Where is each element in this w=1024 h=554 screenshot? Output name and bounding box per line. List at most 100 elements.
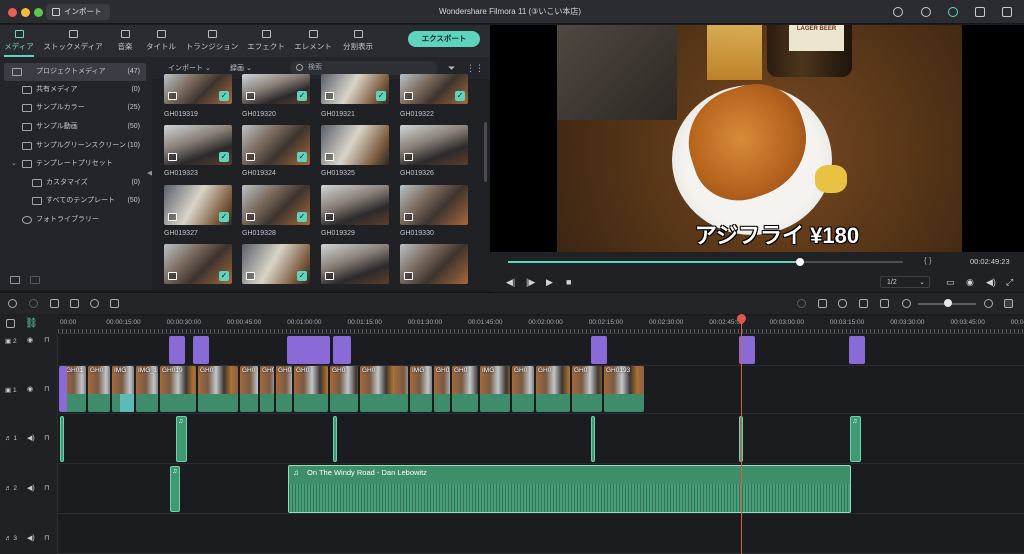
tree-item-customize[interactable]: カスタマイズ (0) [4,174,146,192]
media-thumbnail[interactable]: ✓ [164,125,232,165]
title-clip[interactable] [193,336,209,364]
media-thumbnail[interactable]: ✓ [242,185,310,225]
new-folder-icon[interactable] [10,276,20,284]
cut-icon[interactable] [70,299,79,308]
preview-video-frame[interactable]: LAGER BEER アジフライ ¥180 [557,25,962,252]
video-clip[interactable]: IMG [410,366,432,412]
filter-icon[interactable]: ⏷ [448,63,455,74]
timeline-ruler[interactable]: 00:00 00:00:15:00 00:00:30:00 00:00:45:00 00… [58,316,1024,334]
video-clip[interactable]: GH01 [64,366,86,412]
music-clip[interactable]: ♫ On The Windy Road - Dan Lebowitz [288,465,851,513]
video-clip[interactable]: GH0 [360,366,408,412]
audio-mixer-icon[interactable] [859,299,868,308]
lock-icon[interactable]: ⊓ [44,534,49,542]
video-clip[interactable]: GH0 [330,366,358,412]
step-forward-icon[interactable]: |▶ [526,277,535,288]
video-clip[interactable]: GH01 [434,366,450,412]
tree-item-sample-greenscreen[interactable]: サンプルグリーンスクリーン (10) [4,137,146,155]
stop-icon[interactable]: ■ [566,277,571,287]
fullscreen-icon[interactable]: ⤢ [1006,277,1013,288]
video-clip[interactable]: GH0 [452,366,478,412]
import-button[interactable]: インポート [46,4,110,20]
tab-split-screen[interactable]: 分割表示 [338,25,378,57]
adjust-icon[interactable] [110,299,119,308]
volume-icon[interactable]: ◀) [986,277,996,288]
add-track-icon[interactable] [6,319,15,328]
folder-icon[interactable] [30,276,40,284]
audio-clip[interactable]: ♫ [170,466,180,512]
maximize-window-button[interactable] [34,8,43,17]
support-icon[interactable] [948,7,958,17]
video-clip[interactable]: GH0 [572,366,602,412]
tab-music[interactable]: 音楽 [110,25,140,57]
media-thumbnail[interactable]: ✓ [164,244,232,284]
audio-clip[interactable] [60,416,64,462]
zoom-in-icon[interactable] [984,299,993,308]
video-clip[interactable]: GH0 [198,366,238,412]
media-thumbnail[interactable]: ✓ [242,125,310,165]
tree-item-shared-media[interactable]: 共有メディア (0) [4,81,146,99]
title-clip[interactable] [59,366,67,412]
subtitle-icon[interactable] [880,299,889,308]
tree-item-photo-library[interactable]: フォトライブラリー [4,211,146,229]
render-icon[interactable] [797,299,806,308]
tab-stock-media[interactable]: ストックメディア [40,25,106,57]
tree-item-all-templates[interactable]: すべてのテンプレート (50) [4,192,146,210]
title-clip[interactable] [591,336,607,364]
eye-icon[interactable]: ◉ [27,336,33,344]
media-scrollbar[interactable] [484,122,487,182]
link-icon[interactable]: ⛓ [25,318,38,329]
tree-item-template-presets[interactable]: ⌄ テンプレートプリセット [4,155,146,173]
video-clip[interactable]: GH0 [512,366,534,412]
grid-view-icon[interactable]: ⋮⋮ [466,63,484,74]
video-clip[interactable]: IMG_104 [136,366,158,412]
lock-icon[interactable]: ⊓ [44,385,49,393]
media-thumbnail[interactable]: ✓ [242,74,310,104]
mark-in-out[interactable]: { } [924,256,932,265]
play-icon[interactable]: ▶ [546,277,553,288]
speaker-icon[interactable]: ◀) [27,434,35,442]
export-button[interactable]: エクスポート [408,31,480,47]
video-clip[interactable]: GH019321 [276,366,292,412]
title-clip[interactable] [849,336,865,364]
monitor-icon[interactable]: ▭ [946,277,955,288]
lock-icon[interactable]: ⊓ [44,336,49,344]
speaker-icon[interactable]: ◀) [27,484,35,492]
video-clip[interactable]: GH0193 [604,366,644,412]
media-thumbnail[interactable]: ✓ [242,244,310,284]
video-clip[interactable]: GH0 [294,366,328,412]
undo-icon[interactable] [8,299,17,308]
media-thumbnail[interactable]: ✓ [164,74,232,104]
zoom-slider-handle[interactable] [944,299,952,307]
title-clip[interactable] [287,336,330,364]
media-thumbnail[interactable]: ✓ [164,185,232,225]
search-input[interactable]: 検索 [290,61,438,75]
video-clip[interactable]: GH01 [260,366,274,412]
speaker-icon[interactable]: ◀) [27,534,35,542]
video-clip[interactable]: GH0 [536,366,570,412]
audio-clip[interactable]: ♫ [850,416,861,462]
account-icon[interactable] [921,7,931,17]
close-window-button[interactable] [8,8,17,17]
chevron-down-icon[interactable]: ⌄ [11,155,17,173]
media-thumbnail[interactable]: ✓ [321,74,389,104]
video-clip[interactable]: IMG [480,366,510,412]
progress-handle[interactable] [796,258,805,266]
tab-transition[interactable]: トランジション [182,25,242,57]
speed-icon[interactable] [90,299,99,308]
audio-clip[interactable]: ♫ [176,416,187,462]
tree-item-project-media[interactable]: プロジェクトメディア (47) [4,63,146,81]
microphone-icon[interactable] [838,299,847,308]
download-icon[interactable] [1002,7,1012,17]
media-thumbnail[interactable] [321,185,389,225]
playhead[interactable] [741,316,742,554]
quality-select[interactable]: 1/2 ⌄ [880,276,930,288]
delete-icon[interactable] [50,299,59,308]
tab-element[interactable]: エレメント [290,25,336,57]
playback-progress[interactable] [508,258,903,266]
cloud-icon[interactable] [893,7,903,17]
video-clip[interactable]: GH019 [160,366,196,412]
title-clip[interactable] [169,336,185,364]
lock-icon[interactable]: ⊓ [44,484,49,492]
media-thumbnail[interactable] [400,125,468,165]
